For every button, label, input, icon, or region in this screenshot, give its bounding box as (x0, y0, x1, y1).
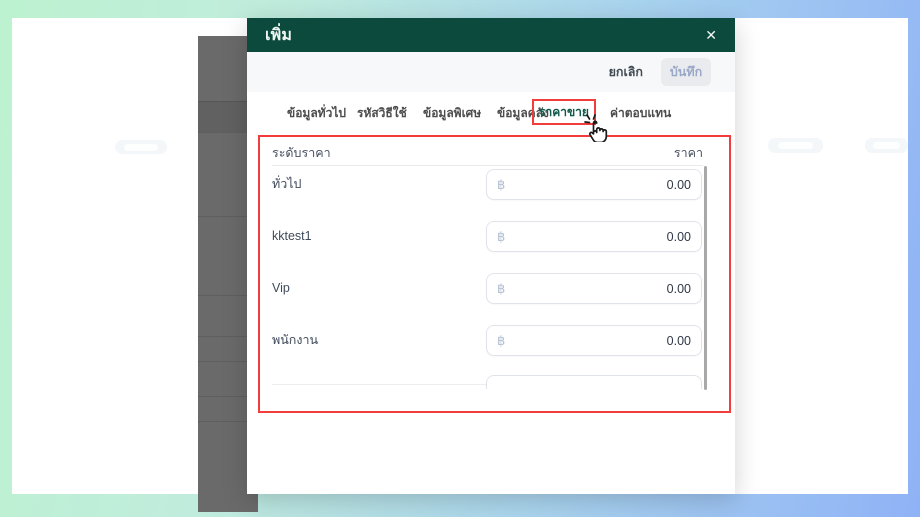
price-input[interactable]: ฿ 0.00 (486, 273, 702, 304)
price-list-scrollbar[interactable] (704, 166, 707, 390)
price-input[interactable]: ฿ 0.00 (486, 169, 702, 200)
price-level-label: ทั่วไป (272, 177, 302, 191)
baht-currency-icon: ฿ (497, 332, 506, 348)
dimmed-background-button (768, 138, 823, 153)
price-value: 0.00 (666, 333, 691, 348)
modal-title: เพิ่ม (265, 26, 293, 44)
tab-compensation[interactable]: ค่าตอบแทน (610, 104, 671, 123)
price-row: kktest1 ฿ 0.00 (260, 221, 729, 252)
click-cursor-icon (584, 114, 608, 142)
price-input[interactable] (486, 375, 702, 389)
gradient-frame: เพิ่ม ✕ ยกเลิก บันทึก ข้อมูลทั่วไป รหัสว… (0, 0, 920, 517)
add-modal: เพิ่ม ✕ ยกเลิก บันทึก ข้อมูลทั่วไป รหัสว… (247, 18, 735, 494)
price-level-column-header: ระดับราคา (272, 146, 331, 160)
close-icon[interactable]: ✕ (701, 24, 721, 46)
cancel-button[interactable]: ยกเลิก (607, 58, 645, 86)
price-value: 0.00 (666, 177, 691, 192)
price-row: ทั่วไป ฿ 0.00 (260, 169, 729, 200)
tab-special-info[interactable]: ข้อมูลพิเศษ (423, 104, 481, 123)
price-value: 0.00 (666, 229, 691, 244)
baht-currency-icon: ฿ (497, 228, 506, 244)
price-value: 0.00 (666, 281, 691, 296)
dimmed-background-button (865, 138, 908, 153)
tab-usage-code[interactable]: รหัสวิธีใช้ (357, 104, 407, 123)
header-divider (272, 165, 703, 166)
tab-sale-price[interactable]: ราคาขาย (539, 103, 589, 122)
price-input[interactable]: ฿ 0.00 (486, 325, 702, 356)
price-row: Vip ฿ 0.00 (260, 273, 729, 304)
price-input[interactable]: ฿ 0.00 (486, 221, 702, 252)
dimmed-background-button (115, 140, 167, 154)
modal-action-bar: ยกเลิก บันทึก (247, 52, 735, 92)
baht-currency-icon: ฿ (497, 176, 506, 192)
price-column-header: ราคา (673, 146, 703, 160)
price-level-label: kktest1 (272, 229, 312, 243)
partially-visible-price-row (260, 375, 729, 389)
tab-general-info[interactable]: ข้อมูลทั่วไป (287, 104, 346, 123)
save-button[interactable]: บันทึก (661, 58, 711, 86)
price-level-label: Vip (272, 281, 290, 295)
modal-header: เพิ่ม ✕ (247, 18, 735, 52)
sale-price-section: ระดับราคา ราคา ทั่วไป ฿ 0.00 kktest1 ฿ 0… (258, 135, 731, 413)
price-level-label: พนักงาน (272, 333, 319, 347)
price-row: พนักงาน ฿ 0.00 (260, 325, 729, 356)
baht-currency-icon: ฿ (497, 280, 506, 296)
